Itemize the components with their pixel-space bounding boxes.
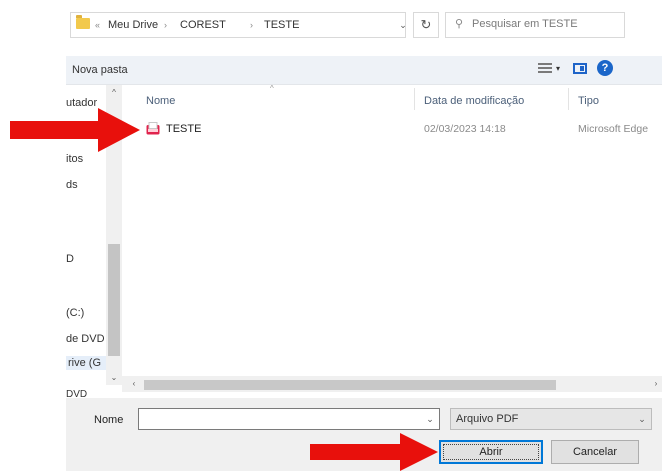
file-name-input[interactable] — [138, 408, 440, 430]
scroll-left-icon[interactable]: ‹ — [128, 378, 140, 390]
file-type-dropdown-icon[interactable]: ⌄ — [636, 412, 648, 426]
sort-ascending-icon: ^ — [270, 84, 274, 93]
breadcrumb-meu-drive[interactable]: Meu Drive — [108, 18, 158, 32]
column-header-name[interactable]: Nome — [146, 94, 175, 108]
nav-item[interactable]: (C:) — [66, 306, 84, 320]
address-dropdown-icon[interactable]: ⌄ — [394, 16, 412, 34]
file-name-label: Nome — [94, 414, 124, 426]
scroll-right-icon[interactable]: › — [650, 378, 662, 390]
column-header-type[interactable]: Tipo — [578, 94, 599, 108]
column-header-modified[interactable]: Data de modificação — [424, 94, 524, 108]
file-type-select-value: Arquivo PDF — [456, 413, 519, 425]
scroll-down-icon[interactable]: ⌄ — [106, 372, 122, 384]
column-divider[interactable] — [414, 88, 415, 110]
preview-pane-icon[interactable] — [573, 63, 587, 74]
column-divider[interactable] — [568, 88, 569, 110]
red-arrow-annotation-icon — [310, 433, 438, 471]
folder-icon — [76, 15, 90, 29]
red-arrow-annotation-icon — [10, 108, 140, 152]
nav-item[interactable]: itos — [66, 152, 83, 166]
new-folder-button[interactable]: Nova pasta — [72, 62, 128, 78]
nav-item[interactable]: D — [66, 252, 74, 266]
file-type: Microsoft Edge — [578, 123, 649, 135]
breadcrumb-teste[interactable]: TESTE — [264, 18, 299, 32]
horizontal-scroll-thumb[interactable] — [144, 380, 556, 390]
pdf-file-icon — [146, 122, 160, 135]
open-button[interactable]: Abrir — [439, 440, 543, 464]
file-name-dropdown-icon[interactable]: ⌄ — [423, 412, 437, 426]
nav-item[interactable]: de DVD — [66, 332, 105, 346]
nav-scroll-thumb[interactable] — [108, 244, 120, 356]
help-icon[interactable]: ? — [597, 60, 613, 76]
view-options-icon[interactable] — [538, 63, 552, 75]
breadcrumb-separator: › — [250, 20, 253, 30]
nav-item[interactable]: DVD — [66, 388, 87, 402]
file-name[interactable]: TESTE — [166, 122, 201, 136]
breadcrumb-separator: › — [164, 20, 167, 30]
nav-item[interactable]: ds — [66, 178, 78, 192]
view-options-dropdown-icon[interactable]: ▾ — [556, 62, 566, 76]
scroll-up-icon[interactable]: ^ — [106, 87, 122, 99]
search-icon: ⚲ — [455, 18, 464, 30]
refresh-icon[interactable]: ↻ — [413, 12, 439, 38]
search-input[interactable] — [472, 14, 620, 34]
breadcrumb-corest[interactable]: COREST — [180, 18, 226, 32]
file-modified-date: 02/03/2023 14:18 — [424, 123, 506, 135]
breadcrumb-overflow[interactable]: « — [95, 18, 100, 32]
cancel-button[interactable]: Cancelar — [551, 440, 639, 464]
